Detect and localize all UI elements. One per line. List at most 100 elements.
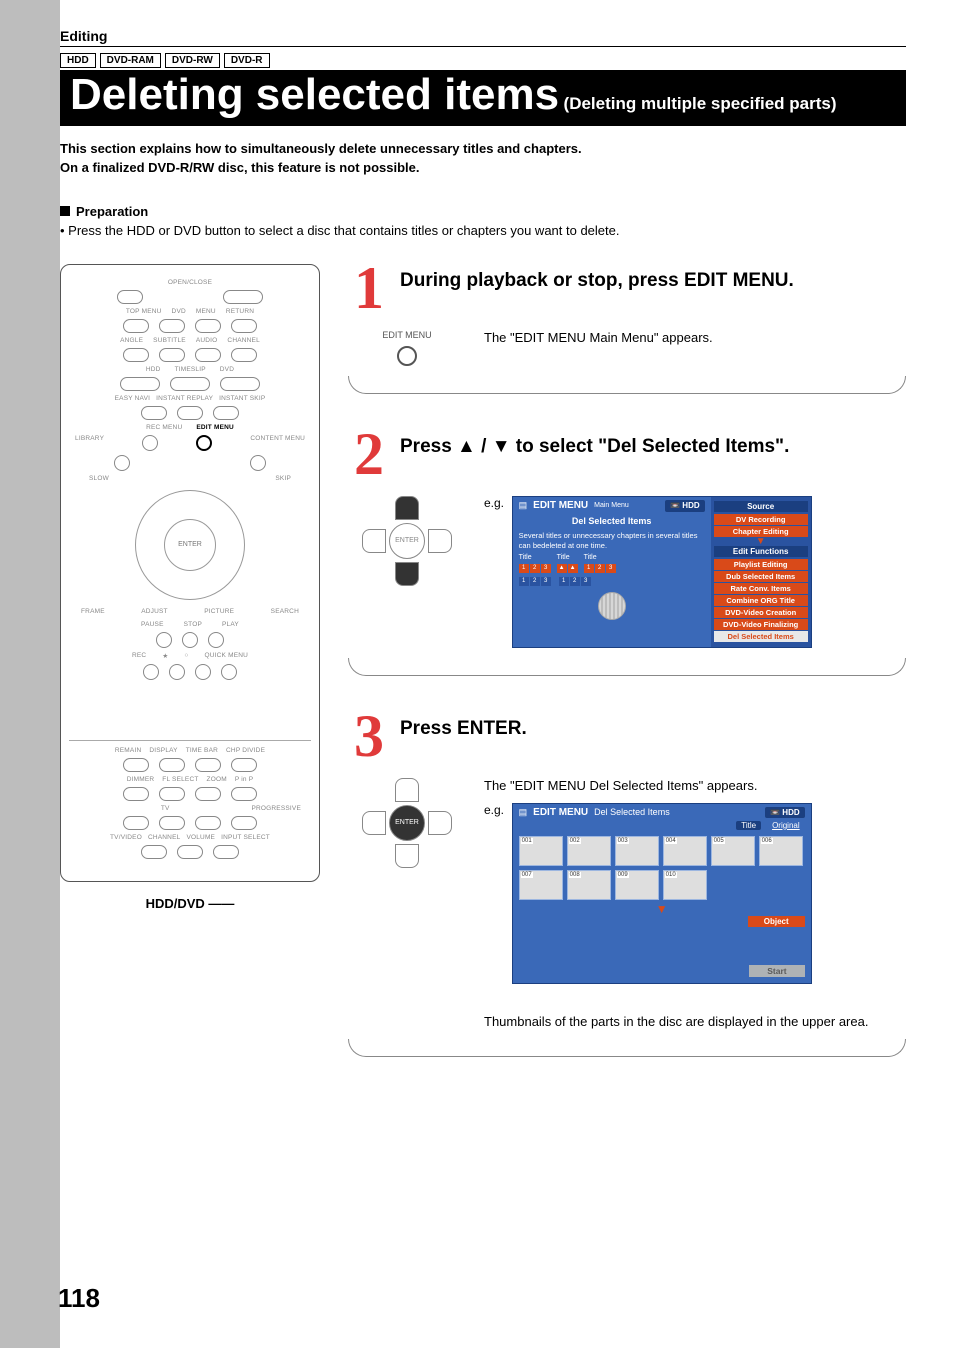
- thumb: 003: [615, 836, 659, 866]
- rc-btn: [142, 435, 158, 451]
- rc-channel2: CHANNEL: [148, 834, 180, 841]
- page-title: Deleting selected items: [70, 70, 559, 119]
- thumb-num: 004: [665, 838, 677, 844]
- dpad-up-icon: [395, 778, 419, 802]
- osd-start-button: Start: [749, 965, 804, 977]
- thumb-num: 002: [569, 838, 581, 844]
- thumb-num: 006: [761, 838, 773, 844]
- step-2-number: 2: [348, 430, 390, 478]
- osd-source-head: Source: [714, 501, 808, 512]
- thumb: 007: [519, 870, 563, 900]
- rc-content-menu: CONTENT MENU: [250, 435, 305, 451]
- rc-menu: MENU: [196, 308, 216, 315]
- osd-title-word: Title: [584, 554, 616, 563]
- thumb-num: 008: [569, 872, 581, 878]
- rc-input-select: INPUT SELECT: [221, 834, 270, 841]
- preparation-heading: Preparation: [60, 204, 906, 219]
- osd-menu-item-selected: Del Selected Items: [714, 631, 808, 642]
- intro-line-2: On a finalized DVD-R/RW disc, this featu…: [60, 159, 906, 178]
- badge-hdd: HDD: [60, 53, 96, 68]
- rc-power-button: [223, 290, 263, 304]
- rc-stop: STOP: [184, 621, 202, 628]
- rc-btn: [231, 758, 257, 772]
- page-subtitle: (Deleting multiple specified parts): [564, 94, 837, 113]
- rc-btn: [177, 845, 203, 859]
- rc-btn: [231, 787, 257, 801]
- dpad-enter-icon: ENTER: [389, 523, 425, 559]
- osd-menu-item: Playlist Editing: [714, 559, 808, 570]
- thumb: 008: [567, 870, 611, 900]
- rc-return: RETURN: [226, 308, 254, 315]
- disc-icon: [598, 592, 626, 620]
- osd-thumbnails: 001 002 003 004 005 006 007 008 009 01: [513, 832, 811, 904]
- rc-btn: [141, 845, 167, 859]
- rc-btn: [159, 348, 185, 362]
- step-2-aux: ENTER: [352, 496, 462, 648]
- page-number: 118: [58, 1283, 100, 1314]
- rc-pinp: P in P: [235, 776, 253, 783]
- rc-quick-menu: QUICK MENU: [204, 652, 248, 660]
- rc-btn: [231, 319, 257, 333]
- osd-del-header: Del Selected Items: [594, 807, 670, 817]
- rc-skip: SKIP: [275, 475, 291, 482]
- thumb-num: 003: [617, 838, 629, 844]
- osd-title-word: Title: [519, 554, 551, 563]
- rc-open-close: OPEN/CLOSE: [69, 279, 311, 286]
- thumb-num: 005: [713, 838, 725, 844]
- osd-side-menu: Source DV Recording Chapter Editing ▼ Ed…: [711, 497, 811, 647]
- badge-dvd-ram: DVD-RAM: [100, 53, 161, 68]
- dpad-enter-icon: ENTER: [389, 805, 425, 841]
- osd-brand-icon: ▤: [519, 807, 528, 818]
- osd-hdd-badge: 📼 HDD: [765, 807, 805, 818]
- rc-tvvideo: TV/VIDEO: [110, 834, 142, 841]
- osd-title-word: Title: [557, 554, 578, 563]
- osd-meta: Title Original: [513, 821, 811, 832]
- rc-btn: [231, 348, 257, 362]
- thumb: 002: [567, 836, 611, 866]
- step-3-desc: The "EDIT MENU Del Selected Items" appea…: [484, 778, 906, 1029]
- dpad-right-icon: [428, 811, 452, 835]
- rc-btn: [123, 319, 149, 333]
- osd-menu-item: DVD-Video Finalizing: [714, 619, 808, 630]
- intro-text: This section explains how to simultaneou…: [60, 140, 906, 178]
- media-badges: HDD DVD-RAM DVD-RW DVD-R: [60, 53, 906, 68]
- osd-hdd-badge: 📼 HDD: [665, 500, 705, 512]
- badge-dvd-r: DVD-R: [224, 53, 270, 68]
- rc-instant-replay: INSTANT REPLAY: [156, 395, 213, 402]
- rc-library: LIBRARY: [75, 435, 104, 451]
- osd-menu-item: Combine ORG Title: [714, 595, 808, 606]
- osd-menu-item: Rate Conv. Items: [714, 583, 808, 594]
- rc-enter-button: ENTER: [164, 519, 216, 571]
- dpad-icon: ENTER: [362, 496, 452, 586]
- osd-object-button: Object: [748, 916, 805, 927]
- rc-btn: [195, 348, 221, 362]
- step-3-desc-2: Thumbnails of the parts in the disc are …: [484, 1014, 906, 1029]
- rc-btn: [182, 632, 198, 648]
- step-divider: [348, 1039, 906, 1057]
- step-3-number: 3: [348, 712, 390, 760]
- section-label: Editing: [60, 28, 906, 47]
- rc-tv: TV: [161, 805, 170, 812]
- rc-btn: [177, 406, 203, 420]
- rc-play: PLAY: [222, 621, 239, 628]
- rc-btn: [156, 632, 172, 648]
- page-title-bar: Deleting selected items (Deleting multip…: [60, 70, 906, 126]
- rc-btn: [114, 455, 130, 471]
- rc-display: DISPLAY: [149, 747, 177, 754]
- rc-btn: [213, 845, 239, 859]
- osd-del-selected-heading: Del Selected Items: [519, 516, 705, 527]
- rc-timeslip: TIMESLIP: [175, 366, 206, 373]
- dpad-up-icon: [395, 496, 419, 520]
- edit-menu-button-icon: [397, 346, 417, 366]
- rc-btn: [123, 816, 149, 830]
- step-1-number: 1: [348, 264, 390, 312]
- thumb-num: 001: [521, 838, 533, 844]
- arrow-down-icon: ▼: [513, 904, 811, 914]
- step-3-desc-1: The "EDIT MENU Del Selected Items" appea…: [484, 778, 906, 793]
- rc-btn: [123, 348, 149, 362]
- rc-btn: [120, 377, 160, 391]
- rc-btn: [220, 377, 260, 391]
- rc-btn: [141, 406, 167, 420]
- rc-frame: FRAME: [81, 608, 105, 615]
- rc-btn: [159, 787, 185, 801]
